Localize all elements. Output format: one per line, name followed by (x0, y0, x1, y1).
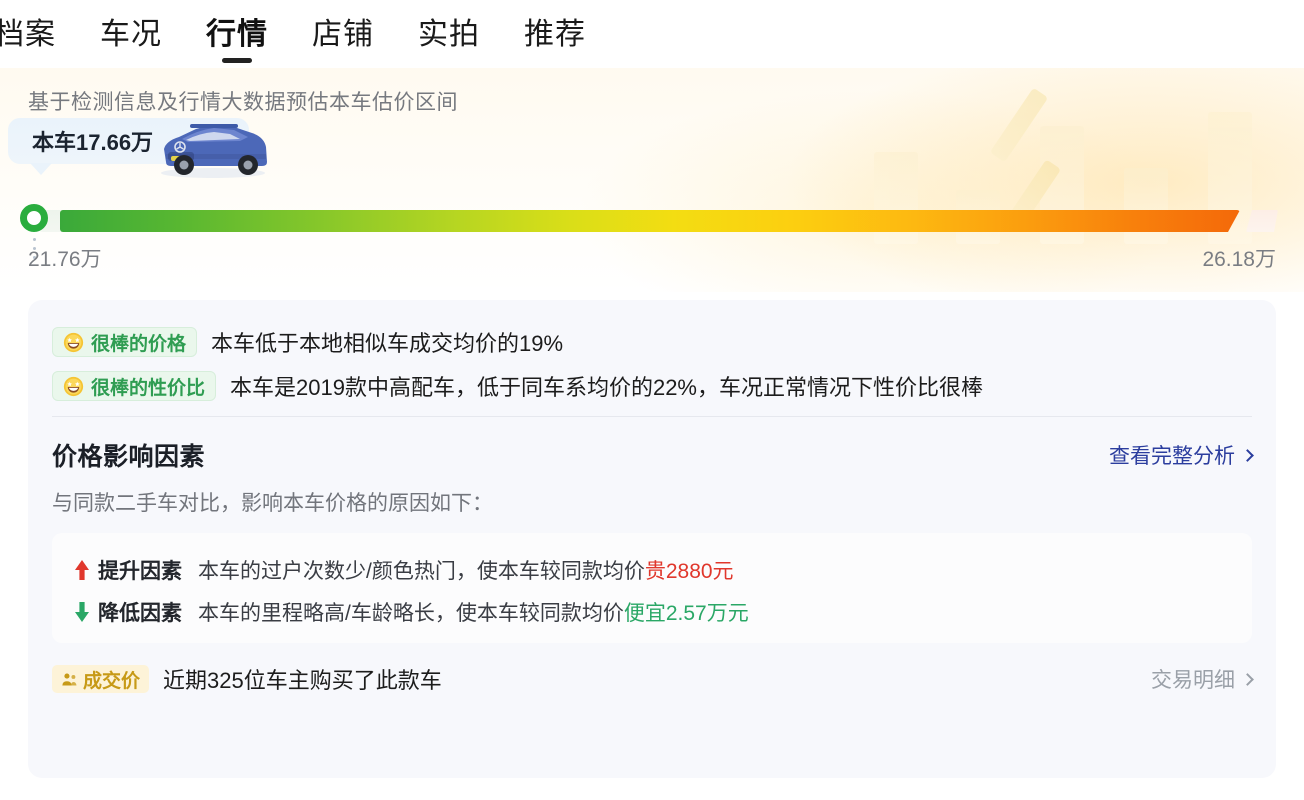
factor-up-label: 提升因素 (98, 555, 182, 585)
range-low-label: 21.76万 (28, 243, 102, 273)
value-tag-label: 很棒的性价比 (91, 373, 205, 400)
nav-tab-0[interactable]: 档案 (0, 9, 56, 59)
transaction-details-label: 交易明细 (1151, 664, 1235, 694)
nav-tab-5[interactable]: 推荐 (524, 9, 586, 59)
tag-row-price: 很棒的价格 本车低于本地相似车成交均价的19% (52, 326, 1252, 358)
bar-notch-right (1246, 210, 1278, 232)
page-root: 档案 车况 行情 店铺 实拍 推荐 基于检测信息及行情大数据预估本车估价区间 本… (0, 0, 1304, 800)
tag-row-value: 很棒的性价比 本车是2019款中高配车，低于同车系均价的22%，车况正常情况下性… (52, 370, 1252, 402)
value-tag-pill: 很棒的性价比 (52, 371, 216, 401)
deal-price-row: 成交价 近期325位车主购买了此款车 交易明细 (52, 663, 1252, 695)
top-navigation: 档案 车况 行情 店铺 实拍 推荐 (0, 0, 1304, 68)
factors-section-header: 价格影响因素 查看完整分析 (52, 437, 1252, 473)
own-price-label: 本车17.66万 (32, 125, 153, 157)
price-gradient-bar (60, 210, 1240, 232)
value-tag-description: 本车是2019款中高配车，低于同车系均价的22%，车况正常情况下性价比很棒 (230, 370, 983, 402)
nav-tab-4[interactable]: 实拍 (418, 9, 480, 59)
nav-tab-1[interactable]: 车况 (100, 9, 162, 59)
factor-row-down: 降低因素 本车的里程略高/车龄略长，使本车较同款均价 便宜2.57万元 (74, 591, 1230, 633)
people-group-icon (61, 671, 78, 688)
full-analysis-label: 查看完整分析 (1109, 440, 1235, 470)
chevron-right-icon (1241, 673, 1254, 686)
factor-row-up: 提升因素 本车的过户次数少/颜色热门，使本车较同款均价 贵2880元 (74, 549, 1230, 591)
analysis-card: 很棒的价格 本车低于本地相似车成交均价的19% 很棒的性价比 本车是2019款中… (28, 300, 1276, 778)
price-range-bar: 21.76万 26.18万 (0, 207, 1304, 292)
hero-subtitle: 基于检测信息及行情大数据预估本车估价区间 (28, 86, 458, 116)
nav-tab-3[interactable]: 店铺 (312, 9, 374, 59)
transaction-details-link[interactable]: 交易明细 (1151, 664, 1252, 694)
deal-price-label: 成交价 (83, 666, 140, 693)
car-photo (152, 116, 274, 180)
deal-price-pill: 成交价 (52, 665, 149, 693)
own-price-marker (20, 204, 48, 232)
factors-subtitle: 与同款二手车对比，影响本车价格的原因如下： (52, 487, 1252, 517)
price-tag-description: 本车低于本地相似车成交均价的19% (211, 326, 563, 358)
factor-down-text: 本车的里程略高/车龄略长，使本车较同款均价 (198, 597, 624, 627)
nav-tab-2[interactable]: 行情 (206, 9, 268, 59)
chevron-right-icon (1241, 449, 1254, 462)
deal-description: 近期325位车主购买了此款车 (163, 663, 442, 695)
factor-down-label: 降低因素 (98, 597, 182, 627)
arrow-down-icon (74, 601, 90, 623)
range-high-label: 26.18万 (1202, 243, 1276, 273)
arrow-up-icon (74, 559, 90, 581)
full-analysis-link[interactable]: 查看完整分析 (1109, 440, 1252, 470)
factors-title: 价格影响因素 (52, 437, 205, 473)
factors-box: 提升因素 本车的过户次数少/颜色热门，使本车较同款均价 贵2880元 降低因素 … (52, 533, 1252, 643)
grinning-star-eyes-emoji (63, 332, 84, 353)
grinning-star-eyes-emoji (63, 376, 84, 397)
price-estimate-hero: 基于检测信息及行情大数据预估本车估价区间 本车17.66万 (0, 62, 1304, 292)
factor-up-value: 贵2880元 (645, 555, 734, 585)
factor-down-value: 便宜2.57万元 (624, 597, 749, 627)
price-tag-pill: 很棒的价格 (52, 327, 197, 357)
deal-left-group: 成交价 近期325位车主购买了此款车 (52, 663, 442, 695)
factor-up-text: 本车的过户次数少/颜色热门，使本车较同款均价 (198, 555, 645, 585)
price-tag-label: 很棒的价格 (91, 329, 186, 356)
card-divider (52, 416, 1252, 417)
